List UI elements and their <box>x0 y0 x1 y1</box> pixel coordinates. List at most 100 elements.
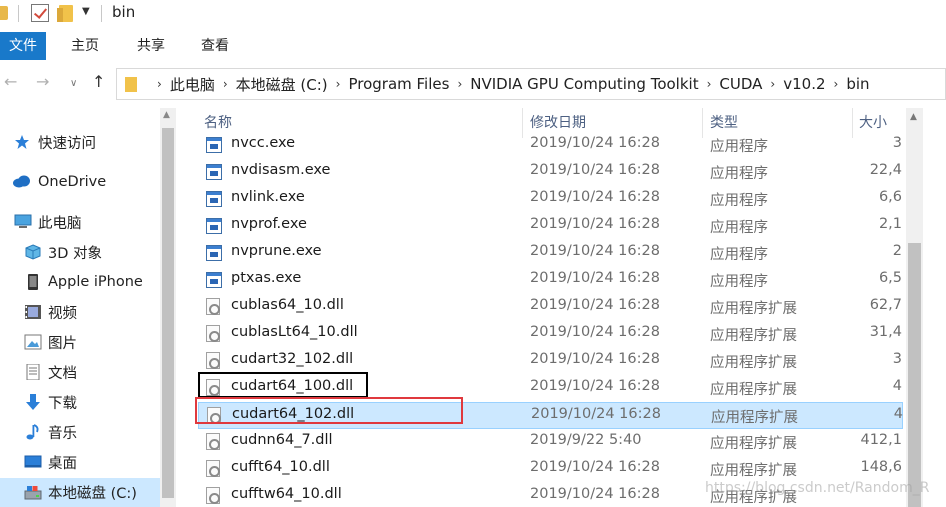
file-modified-date: 2019/10/24 16:28 <box>530 243 660 259</box>
nav-item-apple-iphone[interactable]: Apple iPhone <box>0 268 160 296</box>
breadcrumb-chevron-icon[interactable]: › <box>770 77 775 91</box>
up-arrow-icon[interactable]: ↑ <box>92 72 105 91</box>
file-row[interactable]: nvlink.exe 2019/10/24 16:28 应用程序 6,6 <box>198 186 903 213</box>
file-row[interactable]: ptxas.exe 2019/10/24 16:28 应用程序 6,5 <box>198 267 903 294</box>
file-type: 应用程序 <box>710 193 768 209</box>
scrollbar-thumb[interactable] <box>162 128 174 498</box>
file-row[interactable]: nvprune.exe 2019/10/24 16:28 应用程序 2 <box>198 240 903 267</box>
computer-icon <box>14 214 32 230</box>
breadcrumb-chevron-icon[interactable]: › <box>336 77 341 91</box>
new-folder-icon[interactable] <box>57 5 73 22</box>
breadcrumb-chevron-icon[interactable]: › <box>457 77 462 91</box>
toolbar-separator <box>18 5 19 22</box>
nav-item-local-disk[interactable]: 本地磁盘 (C:) <box>0 478 160 507</box>
nav-item-quick-access[interactable]: 快速访问 <box>0 128 160 156</box>
breadcrumb-chevron-icon[interactable]: › <box>157 77 162 91</box>
breadcrumb-this-pc[interactable]: 此电脑 <box>170 74 215 95</box>
star-icon <box>14 134 32 150</box>
forward-arrow-icon[interactable]: → <box>36 72 49 91</box>
nav-item-desktop[interactable]: 桌面 <box>0 448 160 476</box>
file-row[interactable]: nvprof.exe 2019/10/24 16:28 应用程序 2,1 <box>198 213 903 240</box>
nav-item-music[interactable]: 音乐 <box>0 418 160 446</box>
file-type: 应用程序 <box>710 274 768 290</box>
properties-icon[interactable] <box>31 4 49 22</box>
dll-file-icon <box>206 487 220 504</box>
file-list-scrollbar[interactable]: ▲ <box>906 108 923 507</box>
nav-item-label: 视频 <box>48 305 77 322</box>
nav-item-3d-objects[interactable]: 3D 对象 <box>0 238 160 266</box>
file-row[interactable]: nvcc.exe 2019/10/24 16:28 应用程序 3 <box>198 132 903 159</box>
breadcrumb-chevron-icon[interactable]: › <box>223 77 228 91</box>
music-icon <box>24 424 42 440</box>
dll-file-icon <box>206 460 220 477</box>
scroll-up-arrow-icon[interactable]: ▲ <box>163 110 170 120</box>
file-size: 31,4 <box>869 324 902 340</box>
scroll-up-arrow-icon[interactable]: ▲ <box>910 112 917 122</box>
file-name: ptxas.exe <box>231 270 302 286</box>
sort-ascending-icon: ^ <box>774 108 785 115</box>
tab-home[interactable]: 主页 <box>60 32 110 60</box>
window-title: bin <box>112 3 136 21</box>
video-icon <box>24 304 42 320</box>
address-bar[interactable]: › 此电脑 › 本地磁盘 (C:) › Program Files › NVID… <box>116 68 946 100</box>
dll-file-icon <box>206 325 220 342</box>
tab-share[interactable]: 共享 <box>126 32 176 60</box>
cloud-icon <box>12 174 32 190</box>
nav-item-downloads[interactable]: 下载 <box>0 388 160 416</box>
nav-item-label: 图片 <box>48 335 77 352</box>
navigation-pane-scrollbar[interactable]: ▲ <box>160 108 176 507</box>
file-type: 应用程序扩展 <box>710 436 797 452</box>
nav-item-label: 此电脑 <box>38 215 82 232</box>
file-row[interactable]: cudnn64_7.dll 2019/9/22 5:40 应用程序扩展 412,1 <box>198 429 903 456</box>
file-name: nvdisasm.exe <box>231 162 331 178</box>
nav-item-label: 本地磁盘 (C:) <box>48 486 137 502</box>
customize-quick-access-button[interactable]: ▼ <box>82 6 90 17</box>
file-row[interactable]: cudart32_102.dll 2019/10/24 16:28 应用程序扩展 3 <box>198 348 903 375</box>
file-row[interactable]: cublas64_10.dll 2019/10/24 16:28 应用程序扩展 62,… <box>198 294 903 321</box>
file-type: 应用程序 <box>710 220 768 236</box>
breadcrumb-version[interactable]: v10.2 <box>783 75 825 93</box>
file-row[interactable]: cufft64_10.dll 2019/10/24 16:28 应用程序扩展 148,… <box>198 456 903 483</box>
file-type: 应用程序 <box>710 166 768 182</box>
recent-locations-chevron-icon[interactable]: ∨ <box>70 78 77 89</box>
file-modified-date: 2019/10/24 16:28 <box>530 135 660 151</box>
file-row[interactable]: cublasLt64_10.dll 2019/10/24 16:28 应用程序扩展 3… <box>198 321 903 348</box>
application-icon <box>206 272 222 288</box>
nav-item-documents[interactable]: 文档 <box>0 358 160 386</box>
tab-view[interactable]: 查看 <box>190 32 240 60</box>
file-name: cudart32_102.dll <box>231 351 354 367</box>
nav-item-onedrive[interactable]: OneDrive <box>0 168 160 196</box>
file-type: 应用程序 <box>710 247 768 263</box>
file-size: 4 <box>893 406 903 422</box>
file-size: 2 <box>892 243 902 259</box>
application-icon <box>206 218 222 234</box>
dll-file-icon <box>206 298 220 315</box>
file-size: 6,5 <box>878 270 902 286</box>
nav-item-label: OneDrive <box>38 174 107 190</box>
file-modified-date: 2019/10/24 16:28 <box>530 324 660 340</box>
scrollbar-thumb[interactable] <box>908 243 921 507</box>
nav-item-pictures[interactable]: 图片 <box>0 328 160 356</box>
file-modified-date: 2019/10/24 16:28 <box>531 406 661 422</box>
breadcrumb-chevron-icon[interactable]: › <box>834 77 839 91</box>
file-modified-date: 2019/9/22 5:40 <box>530 432 642 448</box>
file-type: 应用程序扩展 <box>710 301 797 317</box>
breadcrumb-bin[interactable]: bin <box>846 75 869 93</box>
file-modified-date: 2019/10/24 16:28 <box>530 189 660 205</box>
drive-icon <box>24 485 42 501</box>
file-name: cublas64_10.dll <box>231 297 344 313</box>
file-row[interactable]: nvdisasm.exe 2019/10/24 16:28 应用程序 22,4 <box>198 159 903 186</box>
back-arrow-icon[interactable]: ← <box>4 72 17 91</box>
cube-icon <box>24 244 42 260</box>
breadcrumb-chevron-icon[interactable]: › <box>707 77 712 91</box>
tab-file[interactable]: 文件 <box>0 32 46 60</box>
breadcrumb-cuda[interactable]: CUDA <box>719 75 762 93</box>
nav-item-videos[interactable]: 视频 <box>0 298 160 326</box>
file-size: 3 <box>892 351 902 367</box>
breadcrumb-nvidia-toolkit[interactable]: NVIDIA GPU Computing Toolkit <box>470 75 698 93</box>
application-icon <box>206 164 222 180</box>
ribbon-tabs: 文件 主页 共享 查看 <box>0 32 946 60</box>
nav-item-this-pc[interactable]: 此电脑 <box>0 208 160 236</box>
breadcrumb-local-disk[interactable]: 本地磁盘 (C:) <box>236 74 328 95</box>
breadcrumb-program-files[interactable]: Program Files <box>348 75 449 93</box>
